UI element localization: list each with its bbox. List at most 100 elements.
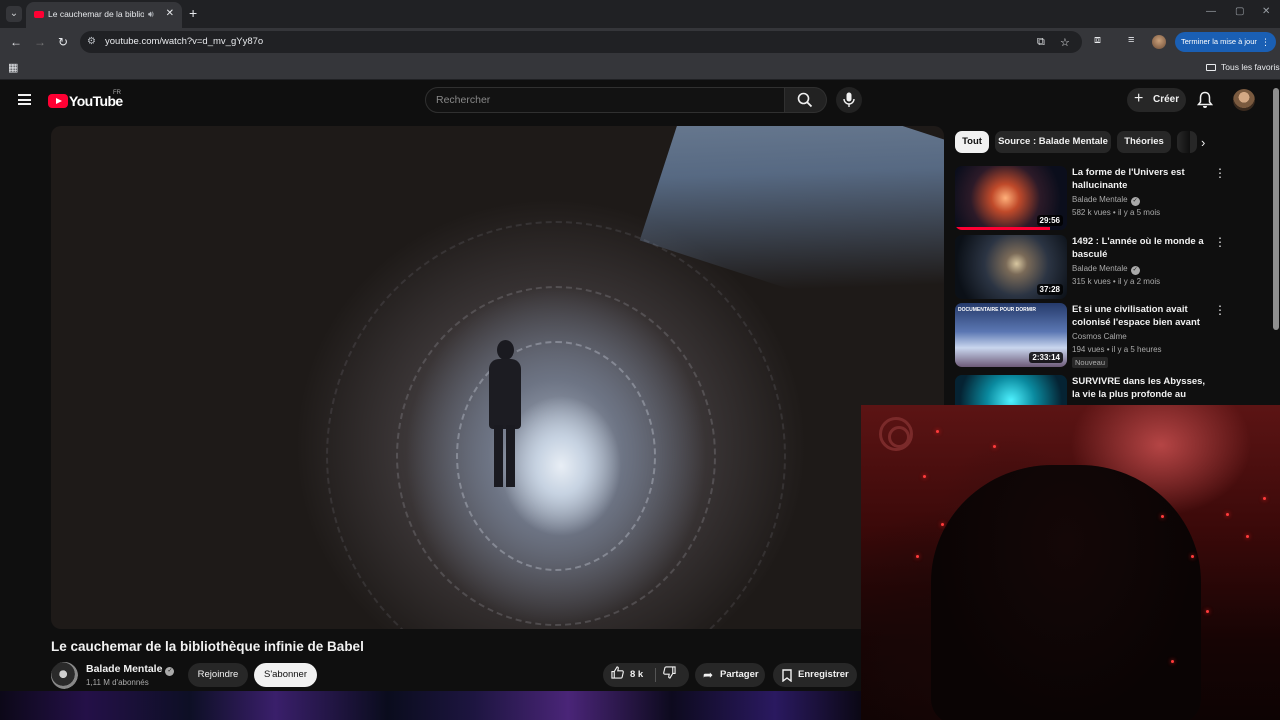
duration-badge: 2:33:14 (1029, 352, 1063, 363)
recommendation-title[interactable]: Et si une civilisation avait colonisé l'… (1072, 303, 1207, 330)
youtube-favicon-icon (34, 11, 44, 18)
recommendation-item[interactable]: 29:56 La forme de l'Univers est hallucin… (955, 166, 1227, 230)
chip-source-channel[interactable]: Source : Balade Mentale (995, 131, 1111, 153)
subscribe-button[interactable]: S'abonner (254, 663, 317, 687)
bookmark-star-icon[interactable]: ☆ (1060, 36, 1070, 49)
youtube-header: YouTube FR + Créer (0, 81, 1280, 121)
watch-progress-bar (955, 227, 1051, 230)
recommendation-item[interactable]: 37:28 1492 : L'année où le monde a bascu… (955, 235, 1227, 299)
browser-toolbar: ← → ↻ ⚙ youtube.com/watch?v=d_mv_gYy87o … (0, 28, 1280, 56)
site-info-icon[interactable]: ⚙ (87, 36, 96, 47)
forward-arrow-icon[interactable]: → (34, 35, 46, 49)
search-input[interactable] (436, 92, 766, 108)
duration-badge: 37:28 (1036, 284, 1063, 295)
recommendation-channel[interactable]: Balade Mentale ✓ (1072, 264, 1140, 275)
like-divider (655, 668, 656, 682)
update-button[interactable]: Terminer la mise à jour ⋮ (1175, 32, 1276, 52)
recommendation-channel-text: Balade Mentale (1072, 264, 1128, 273)
save-button[interactable]: Enregistrer (773, 663, 857, 687)
more-vert-icon[interactable]: ⋮ (1214, 166, 1226, 180)
thumbs-down-icon (663, 666, 676, 679)
create-button[interactable]: + Créer (1127, 88, 1186, 112)
hamburger-menu-icon[interactable] (18, 94, 31, 105)
recommendation-title[interactable]: SURVIVRE dans les Abysses, la vie la plu… (1072, 375, 1207, 402)
like-count: 8 k (630, 669, 644, 680)
share-label: Partager (720, 669, 759, 680)
recommendation-title[interactable]: La forme de l'Univers est hallucinante (1072, 166, 1207, 192)
thumbs-up-icon (611, 666, 624, 679)
search-box[interactable] (425, 87, 785, 113)
recommendation-meta: 582 k vues • il y a 5 mois (1072, 208, 1161, 217)
video-thumbnail[interactable]: 37:28 (955, 235, 1067, 299)
apps-grid-icon[interactable]: ▦ (8, 61, 18, 74)
duration-badge: 29:56 (1036, 215, 1063, 226)
update-button-label: Terminer la mise à jour (1181, 37, 1257, 46)
tab-close-icon[interactable]: ✕ (166, 8, 174, 19)
install-app-icon[interactable]: ⧉ (1037, 36, 1045, 49)
browser-tab[interactable]: Le cauchemar de la biblioth 🔊︎ ✕ (26, 2, 182, 28)
voice-search-button[interactable] (836, 87, 862, 113)
create-label: Créer (1153, 94, 1180, 105)
more-vert-icon[interactable]: ⋮ (1214, 235, 1226, 249)
address-bar[interactable]: ⚙ youtube.com/watch?v=d_mv_gYy87o ⧉ ☆ (80, 31, 1082, 53)
like-button[interactable] (611, 663, 624, 687)
tunnel-ring (326, 221, 786, 629)
share-button[interactable]: ➦ Partager (695, 663, 765, 687)
back-arrow-icon[interactable]: ← (10, 35, 22, 49)
search-icon (797, 92, 813, 108)
recommendation-channel[interactable]: Balade Mentale ✓ (1072, 195, 1140, 206)
chip-theories[interactable]: Théories (1117, 131, 1171, 153)
join-button[interactable]: Rejoindre (188, 663, 248, 687)
recommendation-title[interactable]: 1492 : L'année où le monde a basculé (1072, 235, 1207, 261)
all-bookmarks-folder[interactable]: Tous les favoris (1206, 62, 1280, 72)
restore-icon[interactable]: ▢ (1235, 6, 1244, 17)
description-area-thumbnail (0, 691, 861, 720)
bookmarks-bar: ▦ Tous les favoris (0, 56, 1280, 80)
speaker-icon[interactable]: 🔊︎ (148, 9, 154, 20)
channel-avatar[interactable] (51, 662, 78, 689)
video-thumbnail[interactable]: DOCUMENTAIRE POUR DORMIR 2:33:14 (955, 303, 1067, 367)
chip-all[interactable]: Tout (955, 131, 989, 153)
like-dislike-bar: 8 k (603, 663, 689, 687)
chevron-right-icon[interactable]: › (1201, 135, 1205, 150)
more-vert-icon[interactable]: ⋮ (1214, 303, 1226, 317)
dislike-button[interactable] (663, 663, 676, 687)
youtube-play-icon (48, 94, 68, 108)
reload-icon[interactable]: ↻ (58, 35, 68, 49)
extensions-icon[interactable]: ⧈ (1094, 34, 1101, 47)
new-tab-plus-icon[interactable]: + (189, 5, 197, 21)
video-title: Le cauchemar de la bibliothèque infinie … (51, 639, 364, 654)
url-text: youtube.com/watch?v=d_mv_gYy87o (105, 36, 264, 47)
folder-icon (1206, 64, 1216, 71)
search-button[interactable] (785, 87, 827, 113)
chip-fade (1178, 131, 1190, 153)
browser-tab-bar: ⌄ Le cauchemar de la biblioth 🔊︎ ✕ + — ▢… (0, 0, 1280, 28)
browser-profile-avatar[interactable] (1152, 35, 1166, 49)
all-bookmarks-label: Tous les favoris (1221, 62, 1280, 72)
bookmark-icon (782, 669, 792, 682)
recommendation-meta: 315 k vues • il y a 2 mois (1072, 277, 1161, 286)
microphone-icon (843, 92, 855, 107)
page-scrollbar[interactable] (1273, 88, 1279, 330)
tab-title: Le cauchemar de la biblioth (48, 9, 144, 19)
spiral-decoration (879, 417, 913, 451)
recommendation-item[interactable]: DOCUMENTAIRE POUR DORMIR 2:33:14 Et si u… (955, 303, 1227, 368)
media-controls-icon[interactable]: ≡ (1128, 34, 1134, 46)
country-code: FR (113, 90, 121, 96)
verified-check-icon: ✓ (1130, 266, 1140, 275)
webcam-overlay (861, 405, 1280, 720)
recommendation-channel-text: Balade Mentale (1072, 195, 1128, 204)
minimize-icon[interactable]: — (1206, 6, 1216, 17)
video-player[interactable] (51, 126, 944, 629)
channel-name-text: Balade Mentale (86, 663, 163, 675)
plus-icon: + (1134, 90, 1144, 107)
window-close-icon[interactable]: ✕ (1262, 6, 1270, 17)
user-avatar[interactable] (1233, 89, 1255, 111)
channel-name[interactable]: Balade Mentale ✓ (86, 663, 175, 676)
more-vert-icon: ⋮ (1261, 37, 1270, 47)
thumbnail-caption: DOCUMENTAIRE POUR DORMIR (958, 307, 1036, 313)
tab-search-icon[interactable]: ⌄ (6, 6, 22, 22)
video-thumbnail[interactable]: 29:56 (955, 166, 1067, 230)
recommendation-channel[interactable]: Cosmos Calme (1072, 332, 1127, 341)
notifications-bell-icon[interactable] (1197, 91, 1213, 109)
